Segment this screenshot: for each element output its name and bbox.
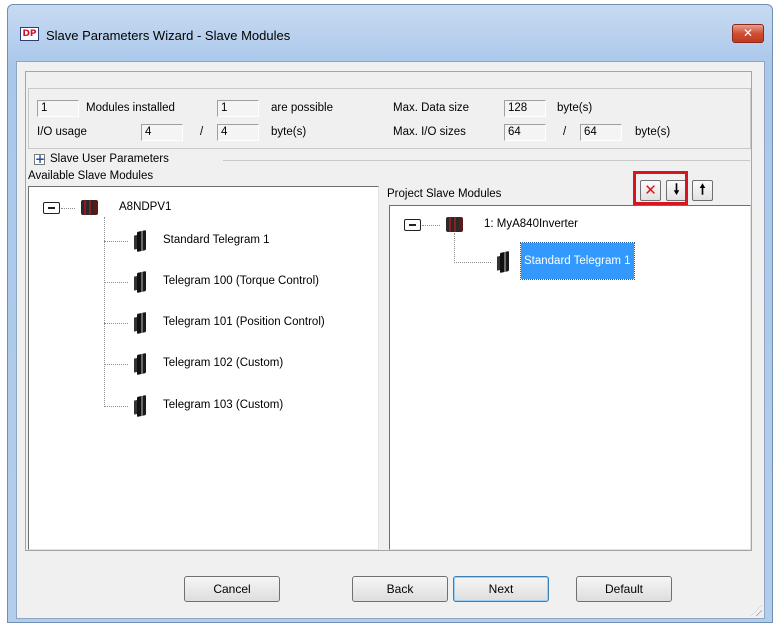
tree-connector xyxy=(61,208,75,209)
module-icon xyxy=(137,230,146,252)
next-button[interactable]: Next xyxy=(453,576,549,602)
resize-grip-icon[interactable] xyxy=(751,605,762,616)
possible-field: 1 xyxy=(217,100,259,117)
possible-label: are possible xyxy=(271,102,334,114)
default-button[interactable]: Default xyxy=(576,576,672,602)
tree-root-label[interactable]: 1: MyA840Inverter xyxy=(484,218,578,230)
station-icon xyxy=(81,200,98,215)
tree-connector xyxy=(104,364,128,365)
tree-connector xyxy=(104,406,128,407)
move-up-button[interactable]: 🠕 xyxy=(692,180,713,201)
list-item[interactable]: Telegram 103 (Custom) xyxy=(163,399,283,411)
io-usage-unit: byte(s) xyxy=(271,126,307,138)
module-icon xyxy=(137,353,146,375)
tree-root-label[interactable]: A8NDPV1 xyxy=(119,201,171,213)
modules-installed-label: Modules installed xyxy=(86,102,175,114)
expand-user-params-button[interactable]: + xyxy=(34,153,45,165)
module-icon xyxy=(500,251,509,273)
list-item[interactable]: Standard Telegram 1 xyxy=(163,234,270,246)
cancel-button[interactable]: Cancel xyxy=(184,576,280,602)
available-modules-tree[interactable]: A8NDPV1 Standard Telegram 1 Telegram 100… xyxy=(28,186,379,550)
tree-connector xyxy=(104,217,105,407)
modules-installed-field: 1 xyxy=(37,100,79,117)
io-usage-separator: / xyxy=(200,126,204,138)
io-usage-max-field: 4 xyxy=(217,124,259,141)
tree-connector xyxy=(104,282,128,283)
slave-user-parameters-label[interactable]: Slave User Parameters xyxy=(50,153,169,165)
tree-connector xyxy=(104,241,128,242)
tree-connector xyxy=(104,323,128,324)
max-io-sizes-unit: byte(s) xyxy=(635,126,671,138)
tree-connector xyxy=(454,262,491,263)
max-data-size-label: Max. Data size xyxy=(393,102,470,114)
max-io-sizes-label: Max. I/O sizes xyxy=(393,126,466,138)
io-usage-field: 4 xyxy=(141,124,183,141)
window-title: Slave Parameters Wizard - Slave Modules xyxy=(46,28,291,43)
list-item[interactable]: Telegram 102 (Custom) xyxy=(163,357,283,369)
list-item[interactable]: Telegram 101 (Position Control) xyxy=(163,316,325,328)
max-io-sizes-field: 64 xyxy=(504,124,546,141)
max-data-size-field: 128 xyxy=(504,100,546,117)
module-icon xyxy=(137,312,146,334)
wizard-content: 1 Modules installed 1 are possible Max. … xyxy=(25,71,752,551)
max-data-size-unit: byte(s) xyxy=(557,102,593,114)
wizard-window: DP Slave Parameters Wizard - Slave Modul… xyxy=(7,4,773,623)
selected-list-item[interactable]: Standard Telegram 1 xyxy=(520,242,635,280)
project-modules-tree[interactable]: 1: MyA840Inverter Standard Telegram 1 xyxy=(389,205,751,550)
app-icon: DP xyxy=(20,27,39,41)
module-info-group: 1 Modules installed 1 are possible Max. … xyxy=(28,88,751,149)
list-item[interactable]: Telegram 100 (Torque Control) xyxy=(163,275,319,287)
collapse-icon[interactable] xyxy=(404,219,421,231)
max-io-sizes-separator: / xyxy=(563,126,567,138)
close-button[interactable]: ✕ xyxy=(732,24,764,43)
dialog-client-area: 1 Modules installed 1 are possible Max. … xyxy=(16,61,765,619)
separator-line xyxy=(223,160,750,161)
collapse-icon[interactable] xyxy=(43,202,60,214)
tree-connector xyxy=(422,225,440,226)
title-bar[interactable]: DP Slave Parameters Wizard - Slave Modul… xyxy=(8,5,772,61)
delete-module-button[interactable]: ✕ xyxy=(640,180,661,201)
project-modules-label: Project Slave Modules xyxy=(387,188,502,200)
move-down-button[interactable]: 🠗 xyxy=(666,180,687,201)
tree-connector xyxy=(454,233,455,263)
module-icon xyxy=(137,395,146,417)
max-io-sizes-max-field: 64 xyxy=(580,124,622,141)
io-usage-label: I/O usage xyxy=(37,126,87,138)
module-icon xyxy=(137,271,146,293)
back-button[interactable]: Back xyxy=(352,576,448,602)
available-modules-label: Available Slave Modules xyxy=(28,170,154,182)
station-icon xyxy=(446,217,463,232)
